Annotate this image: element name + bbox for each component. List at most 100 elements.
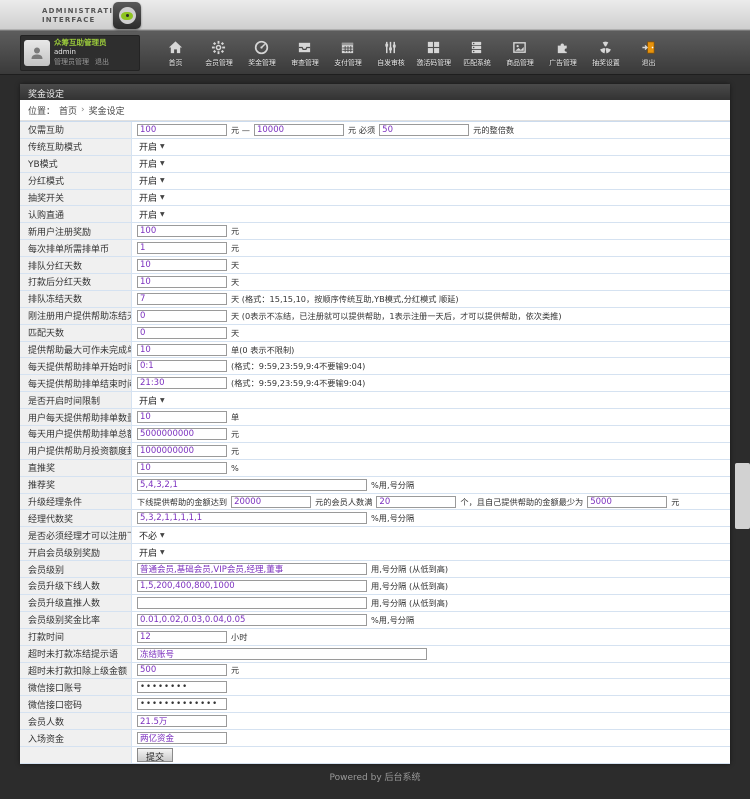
submit-button[interactable]: 提交 <box>137 748 173 762</box>
user-link-0[interactable]: 管理员管理 <box>54 58 89 67</box>
field-hint: 单 <box>231 411 239 423</box>
form-row: 是否必须经理才可以注册下级不必▼ <box>20 527 730 544</box>
text-input-row10-0[interactable] <box>137 293 227 305</box>
field-value-cell: 下线提供帮助的金额达到元的会员人数满个，且自己提供帮助的金额最少为元 <box>132 494 730 510</box>
text-input-row7-0[interactable] <box>137 242 227 254</box>
user-link-1[interactable]: 退出 <box>95 58 109 67</box>
form-row: YB模式开启▼ <box>20 156 730 173</box>
password-input-row33-0[interactable] <box>137 681 227 693</box>
nav-item-11[interactable]: 退出 <box>627 37 670 68</box>
field-label: 排队冻结天数 <box>20 291 132 307</box>
breadcrumb-separator: › <box>81 105 85 115</box>
nav-item-label: 商品管理 <box>506 57 534 67</box>
field-hint: 天 <box>231 276 239 288</box>
gauge-icon <box>254 39 269 55</box>
text-input-row21-0[interactable] <box>137 479 367 491</box>
password-input-row34-0[interactable] <box>137 698 227 710</box>
breadcrumb-prefix: 位置： <box>28 104 55 117</box>
text-input-row6-0[interactable] <box>137 225 227 237</box>
server-icon <box>469 39 484 55</box>
text-input-row36-0[interactable] <box>137 732 227 744</box>
select-value: 开启 <box>139 546 157 559</box>
field-hint: 元的整倍数 <box>473 124 514 136</box>
field-value-cell: %用,号分隔 <box>132 510 730 526</box>
nav-item-1[interactable]: 会员管理 <box>197 37 240 68</box>
field-hint: 天 (0表示不冻结，已注册就可以提供帮助，1表示注册一天后，才可以提供帮助，依次… <box>231 310 562 322</box>
nav-item-5[interactable]: 自发审核 <box>369 37 412 68</box>
text-input-row12-0[interactable] <box>137 327 227 339</box>
nav-item-6[interactable]: 激活码管理 <box>412 37 455 68</box>
select-row24[interactable]: 不必▼ <box>137 528 167 543</box>
text-input-row14-0[interactable] <box>137 360 227 372</box>
form-row: 是否开启时间限制开启▼ <box>20 392 730 409</box>
field-label: 开启会员级别奖励 <box>20 544 132 560</box>
text-input-row22-5[interactable] <box>587 496 667 508</box>
nav-item-9[interactable]: 广告管理 <box>541 37 584 68</box>
select-row2[interactable]: 开启▼ <box>137 156 167 171</box>
top-strip: ADMINISTRATION INTERFACE <box>0 0 750 30</box>
text-input-row31-0[interactable] <box>137 648 427 660</box>
text-input-row30-0[interactable] <box>137 631 227 643</box>
text-input-row9-0[interactable] <box>137 276 227 288</box>
text-input-row29-0[interactable] <box>137 614 367 626</box>
field-label: 抽奖开关 <box>20 190 132 206</box>
text-input-row13-0[interactable] <box>137 344 227 356</box>
form-row: 认购直通开启▼ <box>20 206 730 223</box>
nav-item-10[interactable]: 抽奖设置 <box>584 37 627 68</box>
text-input-row22-3[interactable] <box>376 496 456 508</box>
chevron-down-icon: ▼ <box>160 194 165 201</box>
field-value-cell: 提交 <box>132 747 730 763</box>
form-row: 分红模式开启▼ <box>20 173 730 190</box>
nav-item-7[interactable]: 匹配系统 <box>455 37 498 68</box>
field-hint: (格式：9:59,23:59,9:4不要输9:04) <box>231 360 365 372</box>
select-row3[interactable]: 开启▼ <box>137 173 167 188</box>
nav-item-2[interactable]: 奖金管理 <box>240 37 283 68</box>
text-input-row0-4[interactable] <box>379 124 469 136</box>
select-row5[interactable]: 开启▼ <box>137 207 167 222</box>
nav-item-4[interactable]: 支付管理 <box>326 37 369 68</box>
nav-item-label: 抽奖设置 <box>592 57 620 67</box>
chevron-down-icon: ▼ <box>160 211 165 218</box>
form-row: 用户提供帮助月投资额度封顶元 <box>20 443 730 460</box>
text-input-row32-0[interactable] <box>137 664 227 676</box>
nav-item-8[interactable]: 商品管理 <box>498 37 541 68</box>
select-value: 开启 <box>139 174 157 187</box>
text-input-row20-0[interactable] <box>137 462 227 474</box>
text-input-row19-0[interactable] <box>137 445 227 457</box>
field-hint: 天 <box>231 327 239 339</box>
field-hint: 元的会员人数满 <box>315 496 372 508</box>
nav-item-0[interactable]: 首页 <box>154 37 197 68</box>
select-row25[interactable]: 开启▼ <box>137 545 167 560</box>
text-input-row35-0[interactable] <box>137 715 227 727</box>
text-input-row11-0[interactable] <box>137 310 227 322</box>
text-input-row0-2[interactable] <box>254 124 344 136</box>
scrollbar-thumb[interactable] <box>735 463 750 529</box>
field-label: 用户提供帮助月投资额度封顶 <box>20 443 132 459</box>
text-input-row28-0[interactable] <box>137 597 367 609</box>
text-input-row27-0[interactable] <box>137 580 367 592</box>
fan-icon <box>598 39 613 55</box>
text-input-row22-1[interactable] <box>231 496 311 508</box>
field-value-cell: 单(0 表示不限制) <box>132 342 730 358</box>
nav-item-3[interactable]: 审查管理 <box>283 37 326 68</box>
breadcrumb-item-home[interactable]: 首页 <box>59 104 77 117</box>
form-row: 每天提供帮助排单结束时间(格式：9:59,23:59,9:4不要输9:04) <box>20 375 730 392</box>
field-label: 匹配天数 <box>20 325 132 341</box>
text-input-row17-0[interactable] <box>137 411 227 423</box>
text-input-row0-0[interactable] <box>137 124 227 136</box>
select-row1[interactable]: 开启▼ <box>137 139 167 154</box>
text-input-row26-0[interactable] <box>137 563 367 575</box>
text-input-row15-0[interactable] <box>137 377 227 389</box>
form-row: 排队冻结天数天 (格式：15,15,10，按顺序传统互助,YB模式,分红模式 顺… <box>20 291 730 308</box>
field-value-cell: 单 <box>132 409 730 425</box>
text-input-row8-0[interactable] <box>137 259 227 271</box>
select-row4[interactable]: 开启▼ <box>137 190 167 205</box>
field-value-cell: 元 <box>132 223 730 239</box>
field-value-cell: 天 <box>132 274 730 290</box>
field-label: YB模式 <box>20 156 132 172</box>
field-label: 微信接口密码 <box>20 696 132 712</box>
field-hint: %用,号分隔 <box>371 614 414 626</box>
text-input-row23-0[interactable] <box>137 512 367 524</box>
select-row16[interactable]: 开启▼ <box>137 393 167 408</box>
text-input-row18-0[interactable] <box>137 428 227 440</box>
